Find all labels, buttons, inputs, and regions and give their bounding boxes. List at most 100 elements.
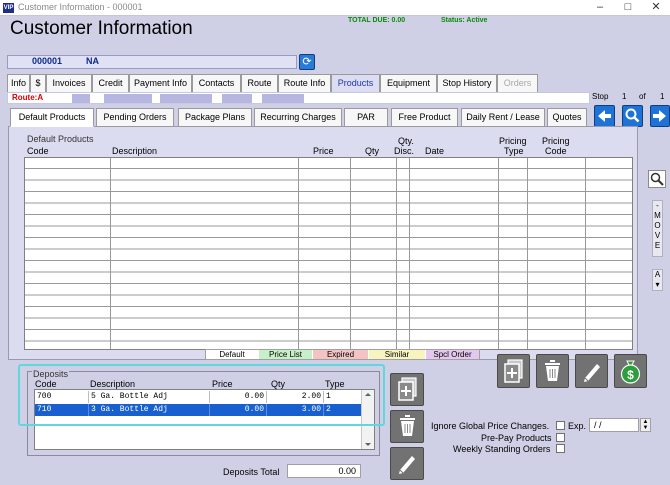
chevron-up-icon: -: [656, 201, 659, 210]
tab-stop-history[interactable]: Stop History: [437, 74, 497, 92]
col-date: Date: [425, 146, 445, 156]
exp-label: Exp.: [568, 421, 587, 431]
tab-dollar[interactable]: $: [30, 74, 46, 92]
stop-of: of: [639, 92, 646, 101]
arrow-left-icon: [598, 110, 611, 122]
route-label: Route:A: [12, 93, 44, 102]
tab-route-info[interactable]: Route Info: [278, 74, 331, 92]
close-icon[interactable]: ✕: [642, 0, 670, 16]
redacted-block: [160, 94, 212, 103]
subtab-pending-orders[interactable]: Pending Orders: [96, 108, 174, 127]
refresh-icon: ⟳: [302, 56, 312, 68]
svg-text:$: $: [627, 368, 634, 382]
money-bag-icon: $: [620, 360, 641, 384]
add-document-icon: [398, 377, 417, 401]
tab-invoices[interactable]: Invoices: [46, 74, 92, 92]
grid-lines: [25, 158, 632, 349]
legend-expired: Expired: [313, 350, 368, 359]
maximize-icon[interactable]: □: [614, 0, 642, 16]
tab-equipment[interactable]: Equipment: [380, 74, 437, 92]
ignore-global-label: Ignore Global Price Changes.: [431, 421, 550, 431]
page-title: Customer Information: [10, 18, 193, 39]
exp-date-field[interactable]: / /: [589, 418, 639, 432]
col-qty-disc-bottom: Disc.: [394, 146, 414, 156]
add-product-button[interactable]: [497, 354, 530, 388]
color-legend: Default Price List Expired Similar Spcl …: [205, 349, 480, 360]
deposits-highlight: [18, 364, 385, 426]
col-price: Price: [313, 146, 334, 156]
redacted-block: [222, 94, 252, 103]
move-control[interactable]: - M O V E: [652, 200, 663, 257]
delete-product-button[interactable]: [536, 354, 569, 388]
pencil-icon: [584, 364, 600, 382]
tab-contacts[interactable]: Contacts: [192, 74, 241, 92]
subtab-par[interactable]: PAR: [344, 108, 388, 127]
customer-id: 000001: [32, 56, 63, 66]
stop-current: 1: [622, 92, 627, 101]
legend-similar: Similar: [369, 350, 425, 359]
col-pricing-code-top: Pricing: [542, 136, 570, 146]
redacted-block: [262, 94, 304, 103]
app-icon: VIP: [3, 3, 14, 13]
subtab-package-plans[interactable]: Package Plans: [178, 108, 252, 127]
stop-label: Stop: [592, 92, 609, 101]
refresh-button[interactable]: ⟳: [299, 54, 315, 70]
search-icon: [625, 108, 640, 123]
legend-spcl-order: Spcl Order: [426, 350, 479, 359]
ignore-global-checkbox[interactable]: [556, 421, 565, 430]
default-products-grid[interactable]: [24, 157, 633, 350]
redacted-block: [72, 94, 90, 103]
tab-orders[interactable]: Orders: [497, 74, 538, 92]
exp-date-spinner[interactable]: ▲ ▼: [640, 418, 651, 432]
subtab-quotes[interactable]: Quotes: [547, 108, 587, 127]
col-description: Description: [112, 146, 158, 156]
tab-products[interactable]: Products: [331, 74, 380, 93]
tab-route[interactable]: Route: [241, 74, 278, 92]
tab-info[interactable]: Info: [7, 74, 30, 92]
prepay-checkbox[interactable]: [556, 433, 565, 442]
prepay-label: Pre-Pay Products: [481, 433, 552, 443]
window-title: Customer Information - 000001: [18, 2, 143, 12]
total-due: TOTAL DUE: 0.00: [348, 17, 406, 24]
deposits-total-label: Deposits Total: [223, 467, 280, 477]
default-products-title: Default Products: [27, 134, 94, 144]
pencil-icon: [399, 456, 415, 474]
customer-name: NA: [86, 56, 99, 66]
status-badge: Status: Active: [441, 17, 488, 24]
arrow-right-icon: [653, 110, 666, 122]
edit-deposit-button[interactable]: [390, 447, 424, 480]
chevron-down-icon: ▼: [642, 425, 649, 431]
col-pricing-type-top: Pricing: [499, 136, 527, 146]
legend-price-list: Price List: [259, 350, 312, 359]
chevron-down-icon: ▾: [655, 280, 660, 289]
col-qty-disc-top: Qty.: [398, 136, 414, 146]
subtab-recurring-charges[interactable]: Recurring Charges: [254, 108, 342, 127]
money-bag-button[interactable]: $: [614, 354, 647, 388]
legend-default: Default: [219, 350, 245, 359]
window-title-bar: VIP Customer Information - 000001 – □ ✕: [0, 0, 670, 16]
col-pricing-type-bottom: Type: [504, 146, 524, 156]
tab-credit[interactable]: Credit: [92, 74, 129, 92]
weekly-checkbox[interactable]: [556, 444, 565, 453]
col-pricing-code-bottom: Code: [545, 146, 567, 156]
delete-deposit-button[interactable]: [390, 410, 424, 443]
redacted-block: [104, 94, 152, 103]
subtab-daily-rent-lease[interactable]: Daily Rent / Lease: [461, 108, 545, 127]
side-search-button[interactable]: [648, 170, 666, 188]
weekly-label: Weekly Standing Orders: [453, 444, 551, 454]
edit-product-button[interactable]: [575, 354, 608, 388]
subtab-free-product[interactable]: Free Product: [391, 108, 458, 127]
search-stop-button[interactable]: [622, 105, 643, 127]
subtab-default-products[interactable]: Default Products: [10, 108, 94, 127]
trash-icon: [545, 360, 560, 381]
sort-a-control[interactable]: A ▾: [652, 269, 663, 291]
previous-stop-button[interactable]: [594, 105, 615, 127]
col-qty: Qty: [365, 146, 380, 156]
stop-total: 1: [660, 92, 665, 101]
minimize-icon[interactable]: –: [586, 0, 614, 16]
next-stop-button[interactable]: [650, 105, 670, 127]
tab-payment-info[interactable]: Payment Info: [129, 74, 192, 92]
trash-icon: [400, 415, 415, 436]
deposits-total-value: 0.00: [287, 464, 361, 478]
add-deposit-button[interactable]: [390, 373, 424, 406]
